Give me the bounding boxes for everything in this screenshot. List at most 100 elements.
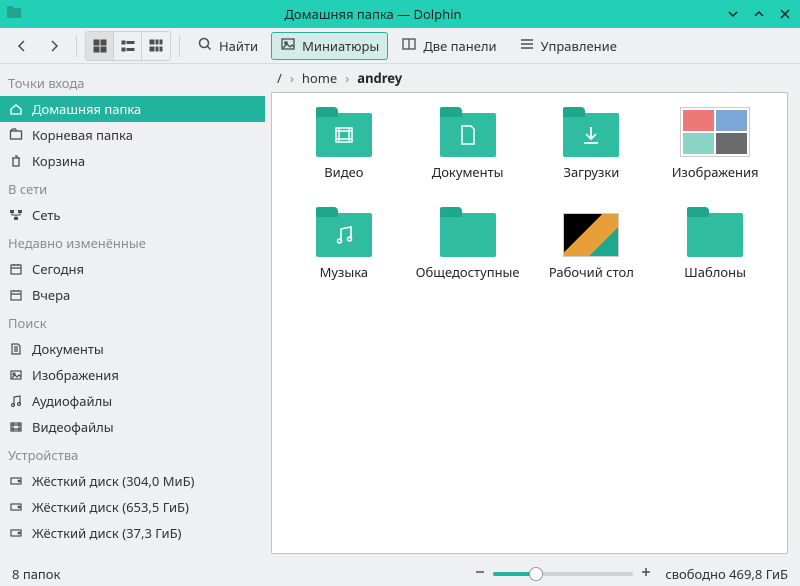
sidebar-item-today[interactable]: Сегодня bbox=[0, 256, 265, 282]
hamburger-icon bbox=[519, 36, 535, 56]
sidebar-item-video[interactable]: Видеофайлы bbox=[0, 414, 265, 440]
sidebar-item-yesterday[interactable]: Вчера bbox=[0, 282, 265, 308]
icons-view-button[interactable] bbox=[86, 32, 114, 60]
sidebar-item-label: Жёсткий диск (653,5 ГиБ) bbox=[32, 498, 189, 516]
drive-icon bbox=[8, 473, 24, 489]
music-icon bbox=[8, 393, 24, 409]
image-icon bbox=[8, 367, 24, 383]
folder-icon bbox=[687, 213, 743, 257]
sidebar-item-disk[interactable]: Жёсткий диск (653,5 ГиБ) bbox=[0, 494, 265, 520]
zoom-in-icon bbox=[639, 565, 653, 583]
sidebar-item-label: Домашняя папка bbox=[32, 100, 141, 118]
folder-icon bbox=[316, 113, 372, 157]
breadcrumb-item[interactable]: home bbox=[302, 69, 337, 87]
breadcrumb: / › home › andrey bbox=[265, 64, 800, 92]
status-free: свободно 469,8 ГиБ bbox=[665, 565, 788, 583]
file-tile[interactable]: Общедоступные bbox=[410, 203, 526, 285]
sidebar-item-label: Жёсткий диск (37,3 ГиБ) bbox=[32, 524, 181, 542]
control-label: Управление bbox=[541, 37, 617, 55]
minimize-button[interactable] bbox=[724, 5, 742, 23]
file-tile[interactable]: Документы bbox=[410, 103, 526, 185]
file-label: Изображения bbox=[672, 163, 759, 181]
file-tile[interactable]: Видео bbox=[286, 103, 402, 185]
section-network: В сети bbox=[0, 174, 265, 202]
sidebar-item-label: Сегодня bbox=[32, 260, 84, 278]
file-label: Загрузки bbox=[563, 163, 619, 181]
sidebar-item-label: Вчера bbox=[32, 286, 70, 304]
file-label: Рабочий стол bbox=[549, 263, 634, 281]
split-icon bbox=[401, 36, 417, 56]
split-label: Две панели bbox=[423, 37, 496, 55]
maximize-button[interactable] bbox=[750, 5, 768, 23]
trash-icon bbox=[8, 153, 24, 169]
file-tile[interactable]: Музыка bbox=[286, 203, 402, 285]
sidebar-item-label: Корневая папка bbox=[32, 126, 133, 144]
section-places: Точки входа bbox=[0, 68, 265, 96]
status-count: 8 папок bbox=[12, 565, 60, 583]
sidebar-item-disk[interactable]: Жёсткий диск (304,0 МиБ) bbox=[0, 468, 265, 494]
drive-icon bbox=[8, 525, 24, 541]
file-tile[interactable]: Шаблоны bbox=[657, 203, 773, 285]
image-icon bbox=[280, 36, 296, 56]
folder-icon bbox=[316, 213, 372, 257]
zoom-slider[interactable] bbox=[473, 565, 653, 583]
window-title: Домашняя папка — Dolphin bbox=[284, 5, 461, 23]
sidebar-item-label: Аудиофайлы bbox=[32, 392, 112, 410]
thumbnails-button[interactable]: Миниатюры bbox=[271, 32, 388, 60]
split-button[interactable]: Две панели bbox=[392, 32, 505, 60]
find-label: Найти bbox=[219, 37, 258, 55]
section-devices: Устройства bbox=[0, 440, 265, 468]
sidebar-item-images[interactable]: Изображения bbox=[0, 362, 265, 388]
file-label: Шаблоны bbox=[684, 263, 746, 281]
chevron-right-icon: › bbox=[345, 69, 349, 87]
breadcrumb-root[interactable]: / bbox=[277, 69, 282, 87]
find-button[interactable]: Найти bbox=[188, 32, 267, 60]
images-thumbnail bbox=[680, 107, 750, 157]
back-button[interactable] bbox=[8, 32, 36, 60]
search-icon bbox=[197, 36, 213, 56]
zoom-out-icon bbox=[473, 565, 487, 583]
file-label: Общедоступные bbox=[416, 263, 520, 281]
sidebar-item-network[interactable]: Сеть bbox=[0, 202, 265, 228]
drive-icon bbox=[8, 499, 24, 515]
desktop-thumbnail bbox=[563, 213, 619, 257]
network-icon bbox=[8, 207, 24, 223]
sidebar-item-docs[interactable]: Документы bbox=[0, 336, 265, 362]
sidebar-item-home[interactable]: Домашняя папка bbox=[0, 96, 265, 122]
folder-icon bbox=[8, 127, 24, 143]
file-label: Музыка bbox=[320, 263, 369, 281]
file-label: Видео bbox=[324, 163, 363, 181]
file-tile[interactable]: Изображения bbox=[657, 103, 773, 185]
sidebar-item-label: Изображения bbox=[32, 366, 119, 384]
app-icon bbox=[6, 4, 22, 24]
sidebar-item-disk[interactable]: Жёсткий диск (37,3 ГиБ) bbox=[0, 520, 265, 546]
folder-icon bbox=[440, 213, 496, 257]
file-tile[interactable]: Загрузки bbox=[534, 103, 650, 185]
breadcrumb-current[interactable]: andrey bbox=[357, 69, 402, 87]
close-button[interactable] bbox=[776, 5, 794, 23]
file-label: Документы bbox=[432, 163, 504, 181]
sidebar: Точки входа Домашняя папка Корневая папк… bbox=[0, 64, 265, 562]
thumbnails-label: Миниатюры bbox=[302, 37, 379, 55]
calendar-icon bbox=[8, 261, 24, 277]
sidebar-item-root[interactable]: Корневая папка bbox=[0, 122, 265, 148]
file-tile[interactable]: Рабочий стол bbox=[534, 203, 650, 285]
document-icon bbox=[8, 341, 24, 357]
control-button[interactable]: Управление bbox=[510, 32, 626, 60]
forward-button[interactable] bbox=[40, 32, 68, 60]
compact-view-button[interactable] bbox=[114, 32, 142, 60]
folder-icon bbox=[563, 113, 619, 157]
details-view-button[interactable] bbox=[142, 32, 170, 60]
titlebar: Домашняя папка — Dolphin bbox=[0, 0, 800, 28]
calendar-icon bbox=[8, 287, 24, 303]
sidebar-item-label: Видеофайлы bbox=[32, 418, 114, 436]
statusbar: 8 папок свободно 469,8 ГиБ bbox=[0, 562, 800, 586]
section-recent: Недавно изменённые bbox=[0, 228, 265, 256]
sidebar-item-audio[interactable]: Аудиофайлы bbox=[0, 388, 265, 414]
sidebar-item-trash[interactable]: Корзина bbox=[0, 148, 265, 174]
file-viewport[interactable]: Видео Документы Загрузки Изображения Музыка О… bbox=[271, 92, 788, 554]
sidebar-item-label: Сеть bbox=[32, 206, 60, 224]
chevron-right-icon: › bbox=[290, 69, 294, 87]
toolbar: Найти Миниатюры Две панели Управление bbox=[0, 28, 800, 64]
folder-icon bbox=[440, 113, 496, 157]
